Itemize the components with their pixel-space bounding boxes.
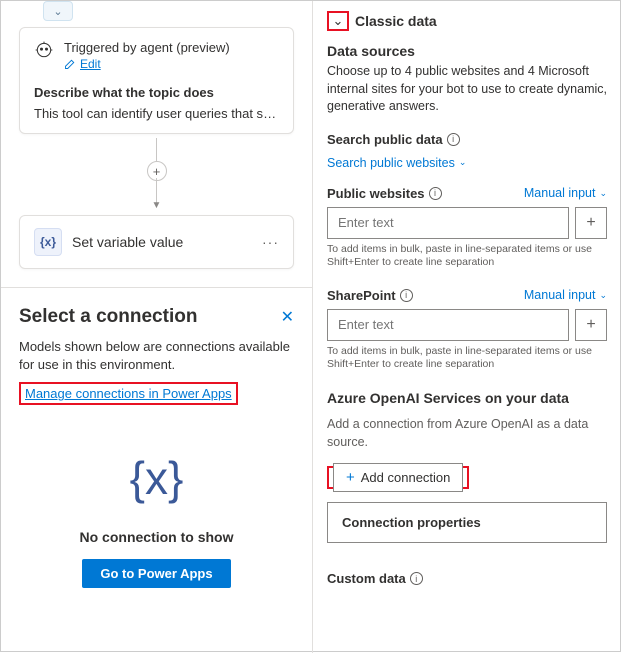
edit-label: Edit: [80, 57, 101, 71]
connection-panel: Select a connection ✕ Models shown below…: [1, 287, 312, 606]
highlight-expand-classic: ⌄: [327, 11, 349, 31]
trigger-node[interactable]: Triggered by agent (preview) Edit Descri…: [19, 27, 294, 134]
describe-label: Describe what the topic does: [34, 85, 279, 100]
connection-panel-desc: Models shown below are connections avail…: [19, 338, 294, 374]
chevron-down-icon: ⌄: [53, 5, 62, 18]
manage-connections-link[interactable]: Manage connections in Power Apps: [25, 386, 232, 401]
info-icon[interactable]: i: [400, 289, 413, 302]
aoai-heading: Azure OpenAI Services on your data: [327, 390, 607, 406]
agent-icon: [34, 40, 54, 63]
manual-input-label: Manual input: [524, 186, 596, 200]
search-link-label: Search public websites: [327, 156, 455, 170]
variable-placeholder-icon: {x}: [130, 451, 184, 505]
chevron-down-icon: ⌄: [599, 290, 607, 301]
close-icon[interactable]: ✕: [281, 307, 294, 327]
empty-state-text: No connection to show: [80, 529, 234, 545]
data-sources-heading: Data sources: [327, 43, 607, 59]
info-icon[interactable]: i: [410, 572, 423, 585]
left-panel: ⌄ Triggered by agent (preview) Edit Desc…: [1, 1, 312, 653]
trigger-title: Triggered by agent (preview): [64, 40, 230, 55]
empty-state: {x} No connection to show Go to Power Ap…: [19, 451, 294, 588]
variable-node-label: Set variable value: [72, 234, 252, 250]
go-to-power-apps-button[interactable]: Go to Power Apps: [82, 559, 230, 588]
chevron-down-icon: ⌄: [459, 157, 467, 168]
info-icon[interactable]: i: [447, 133, 460, 146]
manual-input-toggle[interactable]: Manual input ⌄: [524, 186, 607, 200]
sharepoint-input[interactable]: [327, 309, 569, 341]
custom-data-label: Custom data: [327, 571, 406, 586]
add-public-website-button[interactable]: +: [575, 207, 607, 239]
manual-input-label: Manual input: [524, 288, 596, 302]
connection-properties-box[interactable]: Connection properties: [327, 502, 607, 543]
search-public-data-label: Search public data: [327, 132, 443, 147]
aoai-text: Add a connection from Azure OpenAI as a …: [327, 416, 607, 451]
manual-input-toggle[interactable]: Manual input ⌄: [524, 288, 607, 302]
chevron-down-icon: ⌄: [599, 188, 607, 199]
highlight-add-connection: + Add connection: [327, 466, 469, 489]
sharepoint-label: SharePoint: [327, 288, 396, 303]
info-icon[interactable]: i: [429, 187, 442, 200]
search-public-websites-link[interactable]: Search public websites ⌄: [327, 156, 466, 170]
variable-icon: {x}: [34, 228, 62, 256]
chevron-down-icon[interactable]: ⌄: [333, 13, 344, 29]
add-sharepoint-button[interactable]: +: [575, 309, 607, 341]
arrow-down-icon: ▼: [152, 200, 162, 211]
add-connection-label: Add connection: [361, 470, 451, 485]
right-panel: ⌄ Classic data Data sources Choose up to…: [312, 1, 621, 653]
highlight-manage-link: Manage connections in Power Apps: [19, 382, 238, 405]
public-websites-hint: To add items in bulk, paste in line-sepa…: [327, 243, 607, 270]
canvas-area: ⌄ Triggered by agent (preview) Edit Desc…: [1, 1, 312, 287]
trigger-stub[interactable]: ⌄: [43, 1, 73, 21]
connector: + ▼: [19, 138, 294, 211]
variable-node[interactable]: {x} Set variable value ···: [19, 215, 294, 269]
sharepoint-hint: To add items in bulk, paste in line-sepa…: [327, 345, 607, 372]
public-websites-label: Public websites: [327, 186, 425, 201]
data-sources-text: Choose up to 4 public websites and 4 Mic…: [327, 63, 607, 116]
pencil-icon: [64, 58, 76, 70]
classic-data-heading: Classic data: [355, 13, 437, 29]
add-connection-button[interactable]: + Add connection: [333, 463, 463, 492]
connection-panel-title: Select a connection: [19, 306, 197, 328]
plus-icon: +: [346, 469, 355, 486]
edit-link[interactable]: Edit: [64, 57, 101, 71]
describe-text: This tool can identify user queries that…: [34, 106, 279, 121]
public-websites-input[interactable]: [327, 207, 569, 239]
more-icon[interactable]: ···: [262, 234, 279, 250]
